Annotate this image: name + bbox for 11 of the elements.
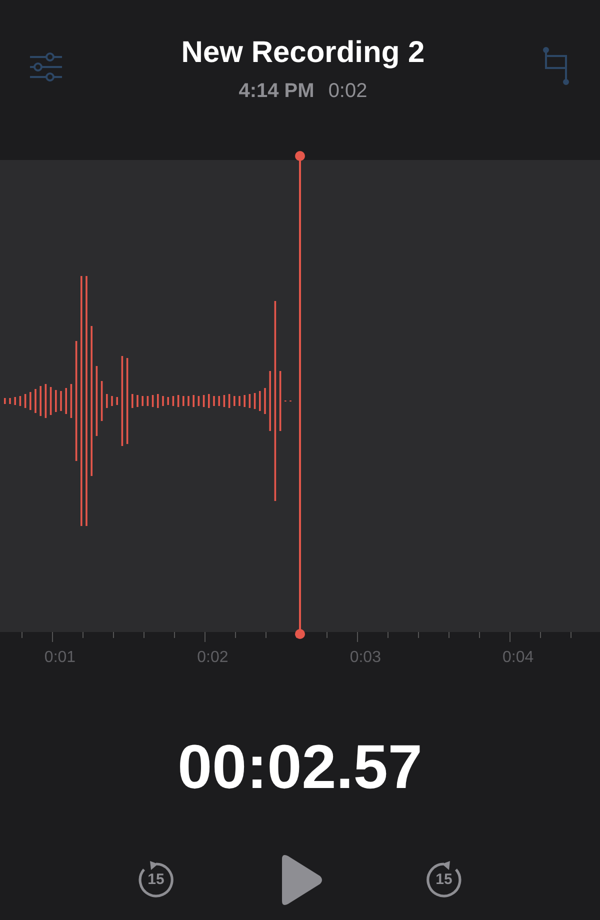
skip-forward-button[interactable]: 15: [424, 860, 464, 900]
time-label: 0:02: [197, 649, 228, 667]
recording-title: New Recording 2: [181, 36, 425, 70]
recording-time: 4:14 PM: [238, 80, 314, 103]
time-label: 0:03: [350, 649, 381, 667]
time-label: 0:01: [44, 649, 76, 667]
skip-back-button[interactable]: 15: [136, 860, 176, 900]
recording-duration: 0:02: [328, 80, 368, 103]
elapsed-time: 00:02.57: [176, 732, 424, 803]
time-label: 0:04: [502, 649, 534, 667]
playhead[interactable]: [294, 151, 306, 641]
